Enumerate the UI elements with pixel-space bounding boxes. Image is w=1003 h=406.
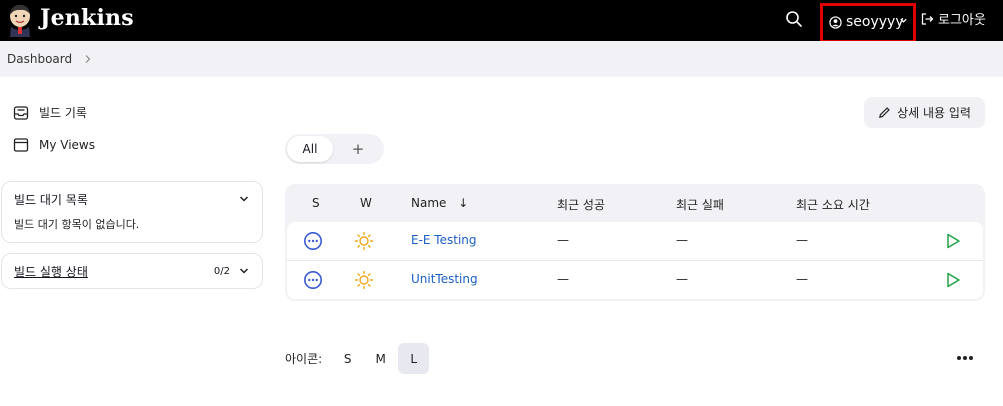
sunny-weather-icon: [354, 231, 374, 251]
executor-status-panel: 빌드 실행 상태 0/2: [1, 253, 263, 289]
chevron-right-icon[interactable]: [84, 54, 92, 64]
table-row: E-E Testing — — —: [287, 222, 983, 260]
window-icon: [13, 138, 29, 152]
edit-description-label: 상세 내용 입력: [897, 106, 971, 120]
jobs-table-body: E-E Testing — — — UnitTesting — — —: [287, 222, 983, 299]
column-header-last-duration[interactable]: 최근 소요 시간: [796, 196, 870, 213]
tab-add-view[interactable]: +: [347, 138, 369, 160]
chevron-down-icon[interactable]: [899, 16, 908, 25]
jobs-table: S W Name ↓ 최근 성공 최근 실패 최근 소요 시간 E-E Test…: [285, 184, 985, 301]
user-menu-button[interactable]: seoyyyy: [829, 14, 904, 30]
job-link-e-e-testing[interactable]: E-E Testing: [411, 233, 477, 247]
build-queue-empty: 빌드 대기 항목이 없습니다.: [14, 218, 140, 231]
breadcrumb-dashboard[interactable]: Dashboard: [7, 52, 72, 66]
sidebar-item-label: 빌드 기록: [39, 106, 87, 120]
sidebar-item-my-views[interactable]: My Views: [13, 137, 95, 153]
column-header-name-label: Name: [411, 196, 447, 210]
view-tabs: All +: [285, 134, 384, 164]
icon-size-label: 아이콘:: [285, 352, 323, 366]
last-failure-value: —: [676, 233, 688, 247]
play-build-icon[interactable]: [944, 232, 962, 250]
top-header: Jenkins seoyyyy 로그아웃: [0, 0, 1003, 43]
sidebar-item-label: My Views: [39, 138, 95, 152]
executor-status-header[interactable]: 빌드 실행 상태 0/2: [2, 254, 262, 288]
edit-description-button[interactable]: 상세 내용 입력: [864, 97, 985, 128]
last-success-value: —: [557, 272, 569, 286]
sunny-weather-icon: [354, 270, 374, 290]
build-queue-title: 빌드 대기 목록: [14, 192, 88, 207]
last-duration-value: —: [796, 272, 808, 286]
not-built-status-icon[interactable]: [303, 270, 323, 290]
brand-title[interactable]: Jenkins: [40, 5, 134, 31]
executor-status-title[interactable]: 빌드 실행 상태: [14, 263, 88, 280]
sidebar-item-build-history[interactable]: 빌드 기록: [13, 104, 87, 121]
sort-arrow-icon: ↓: [458, 196, 469, 210]
inbox-icon: [13, 105, 29, 120]
logout-icon: [921, 12, 934, 25]
job-link-unittesting[interactable]: UnitTesting: [411, 272, 478, 286]
chevron-down-icon[interactable]: [238, 193, 250, 205]
column-header-weather[interactable]: W: [360, 196, 372, 210]
search-icon[interactable]: [784, 9, 804, 29]
more-options-icon[interactable]: [955, 354, 975, 362]
breadcrumb: Dashboard: [0, 41, 1003, 77]
icon-size-selector: 아이콘: S M L: [285, 343, 430, 374]
not-built-status-icon[interactable]: [303, 231, 323, 251]
build-queue-panel: 빌드 대기 목록 빌드 대기 항목이 없습니다.: [1, 181, 263, 243]
logout-link[interactable]: 로그아웃: [920, 9, 986, 28]
column-header-name[interactable]: Name ↓: [411, 196, 468, 210]
user-menu-highlight[interactable]: seoyyyy: [820, 3, 916, 43]
table-row: UnitTesting — — —: [287, 260, 983, 298]
executor-count: 0/2: [213, 265, 230, 277]
last-duration-value: —: [796, 233, 808, 247]
play-build-icon[interactable]: [944, 271, 962, 289]
last-success-value: —: [557, 233, 569, 247]
build-queue-header[interactable]: 빌드 대기 목록: [2, 182, 262, 216]
pencil-icon: [879, 107, 890, 118]
last-failure-value: —: [676, 272, 688, 286]
user-avatar-icon: [829, 15, 842, 29]
column-header-last-success[interactable]: 최근 성공: [557, 196, 605, 213]
icon-size-m[interactable]: M: [365, 343, 396, 374]
icon-size-s[interactable]: S: [332, 343, 363, 374]
tab-all[interactable]: All: [287, 136, 333, 162]
chevron-down-icon[interactable]: [238, 265, 250, 277]
logout-label: 로그아웃: [938, 13, 986, 28]
column-header-status[interactable]: S: [312, 196, 320, 210]
icon-size-l[interactable]: L: [398, 343, 430, 374]
column-header-last-failure[interactable]: 최근 실패: [676, 196, 724, 213]
username-label: seoyyyy: [846, 14, 904, 30]
jenkins-logo-icon[interactable]: [6, 3, 34, 37]
